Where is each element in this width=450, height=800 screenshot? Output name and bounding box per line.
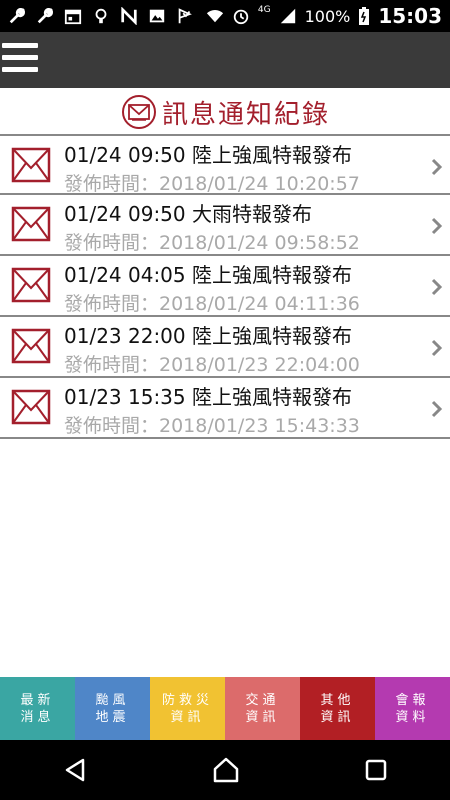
tab-label: 消息: [20, 709, 55, 725]
chevron-right-icon: [431, 278, 443, 296]
tab-label: 交通: [245, 692, 280, 708]
battery-percentage: 100%: [304, 6, 351, 26]
tab-label: 其他: [320, 692, 355, 708]
message-timestamp: 發佈時間：2018/01/24 09:58:52: [64, 232, 360, 254]
clock-time: 15:03: [378, 4, 442, 28]
message-title: 01/24 09:50 大雨特報發布: [64, 202, 312, 226]
wifi-icon: [206, 10, 223, 23]
message-title: 01/24 04:05 陸上強風特報發布: [64, 263, 352, 287]
tab-label: 地震: [95, 709, 130, 725]
tab-label: 資訊: [245, 709, 280, 725]
bottom-tab-bar: 最新 消息 颱風 地震 防救災 資訊 交通 資訊 其他 資訊 會報 資料: [0, 677, 450, 740]
page-header: 訊息通知紀錄: [0, 92, 450, 132]
menu-icon[interactable]: [2, 43, 38, 75]
tab-disaster-relief[interactable]: 防救災 資訊: [150, 677, 225, 740]
flag-icon: [178, 8, 192, 24]
message-timestamp: 發佈時間：2018/01/23 15:43:33: [64, 415, 360, 437]
chevron-right-icon: [431, 400, 443, 418]
page-title: 訊息通知紀錄: [161, 99, 330, 130]
wrench-icon: [9, 7, 26, 24]
tab-label: 會報: [395, 692, 430, 708]
alarm-icon: [233, 9, 249, 25]
envelope-icon: [11, 206, 51, 242]
image-icon: [149, 9, 165, 23]
list-item[interactable]: 01/24 04:05 陸上強風特報發布 發佈時間：2018/01/24 04:…: [0, 256, 450, 317]
list-item[interactable]: 01/24 09:50 陸上強風特報發布 發佈時間：2018/01/24 10:…: [0, 134, 450, 195]
signal-icon: [280, 8, 295, 24]
wrench-icon: [37, 7, 54, 24]
back-icon[interactable]: [61, 756, 89, 784]
tab-label: 最新: [20, 692, 55, 708]
lightbulb-icon: [95, 8, 107, 24]
tab-label: 資訊: [170, 709, 205, 725]
tab-label: 颱風: [95, 692, 130, 708]
tab-label: 資料: [395, 709, 430, 725]
tab-typhoon-earthquake[interactable]: 颱風 地震: [75, 677, 150, 740]
recents-icon[interactable]: [363, 757, 389, 783]
envelope-icon: [11, 389, 51, 425]
network-type-label: 4G: [257, 5, 271, 15]
status-bar: 4G 100% 15:03: [0, 0, 450, 32]
message-timestamp: 發佈時間：2018/01/24 04:11:36: [64, 293, 360, 315]
message-timestamp: 發佈時間：2018/01/24 10:20:57: [64, 173, 360, 195]
nfc-icon: [121, 7, 137, 25]
chevron-right-icon: [431, 158, 443, 176]
tab-label: 防救災: [161, 692, 213, 708]
tab-meeting-reports[interactable]: 會報 資料: [375, 677, 450, 740]
tab-traffic[interactable]: 交通 資訊: [225, 677, 300, 740]
mail-badge-icon: [121, 95, 156, 129]
message-title: 01/23 22:00 陸上強風特報發布: [64, 324, 352, 348]
chevron-right-icon: [431, 217, 443, 235]
message-timestamp: 發佈時間：2018/01/23 22:04:00: [64, 354, 360, 376]
system-nav-bar: [0, 740, 450, 800]
message-title: 01/24 09:50 陸上強風特報發布: [64, 143, 352, 167]
app-bar: [0, 32, 450, 88]
envelope-icon: [11, 328, 51, 364]
tab-latest-news[interactable]: 最新 消息: [0, 677, 75, 740]
chevron-right-icon: [431, 339, 443, 357]
envelope-icon: [11, 267, 51, 303]
list-item[interactable]: 01/23 22:00 陸上強風特報發布 發佈時間：2018/01/23 22:…: [0, 317, 450, 378]
home-icon[interactable]: [211, 755, 241, 785]
envelope-icon: [11, 147, 51, 183]
list-item[interactable]: 01/24 09:50 大雨特報發布 發佈時間：2018/01/24 09:58…: [0, 195, 450, 256]
tab-other[interactable]: 其他 資訊: [300, 677, 375, 740]
message-list: 01/24 09:50 陸上強風特報發布 發佈時間：2018/01/24 10:…: [0, 134, 450, 439]
battery-icon: [359, 7, 370, 25]
list-item[interactable]: 01/23 15:35 陸上強風特報發布 發佈時間：2018/01/23 15:…: [0, 378, 450, 439]
message-title: 01/23 15:35 陸上強風特報發布: [64, 385, 352, 409]
calendar-icon: [64, 9, 82, 25]
tab-label: 資訊: [320, 709, 355, 725]
